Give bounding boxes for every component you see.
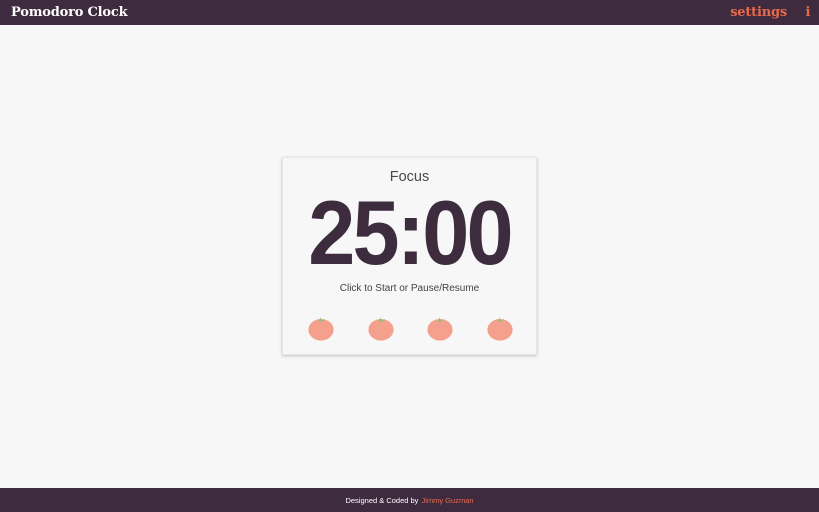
settings-link[interactable]: settings (730, 5, 787, 20)
top-actions: settings i (730, 5, 811, 20)
footer: Designed & Coded by Jimmy Guzman (0, 488, 819, 512)
timer-display[interactable]: 25:00 (292, 186, 527, 282)
info-icon[interactable]: i (805, 5, 811, 20)
timer-card[interactable]: Focus 25:00 Click to Start or Pause/Resu… (282, 157, 537, 355)
tomato-icon (427, 315, 453, 341)
tomato-icon (368, 315, 394, 341)
footer-credit: Designed & Coded by (345, 495, 419, 505)
session-tracker (308, 315, 514, 341)
tomato-icon (308, 315, 334, 341)
tomato-icon (487, 315, 513, 341)
app-title: Pomodoro Clock (11, 5, 128, 20)
author-link[interactable]: Jimmy Guzman (421, 496, 473, 505)
timer-hint: Click to Start or Pause/Resume (339, 283, 480, 294)
top-bar: Pomodoro Clock settings i (0, 0, 819, 25)
